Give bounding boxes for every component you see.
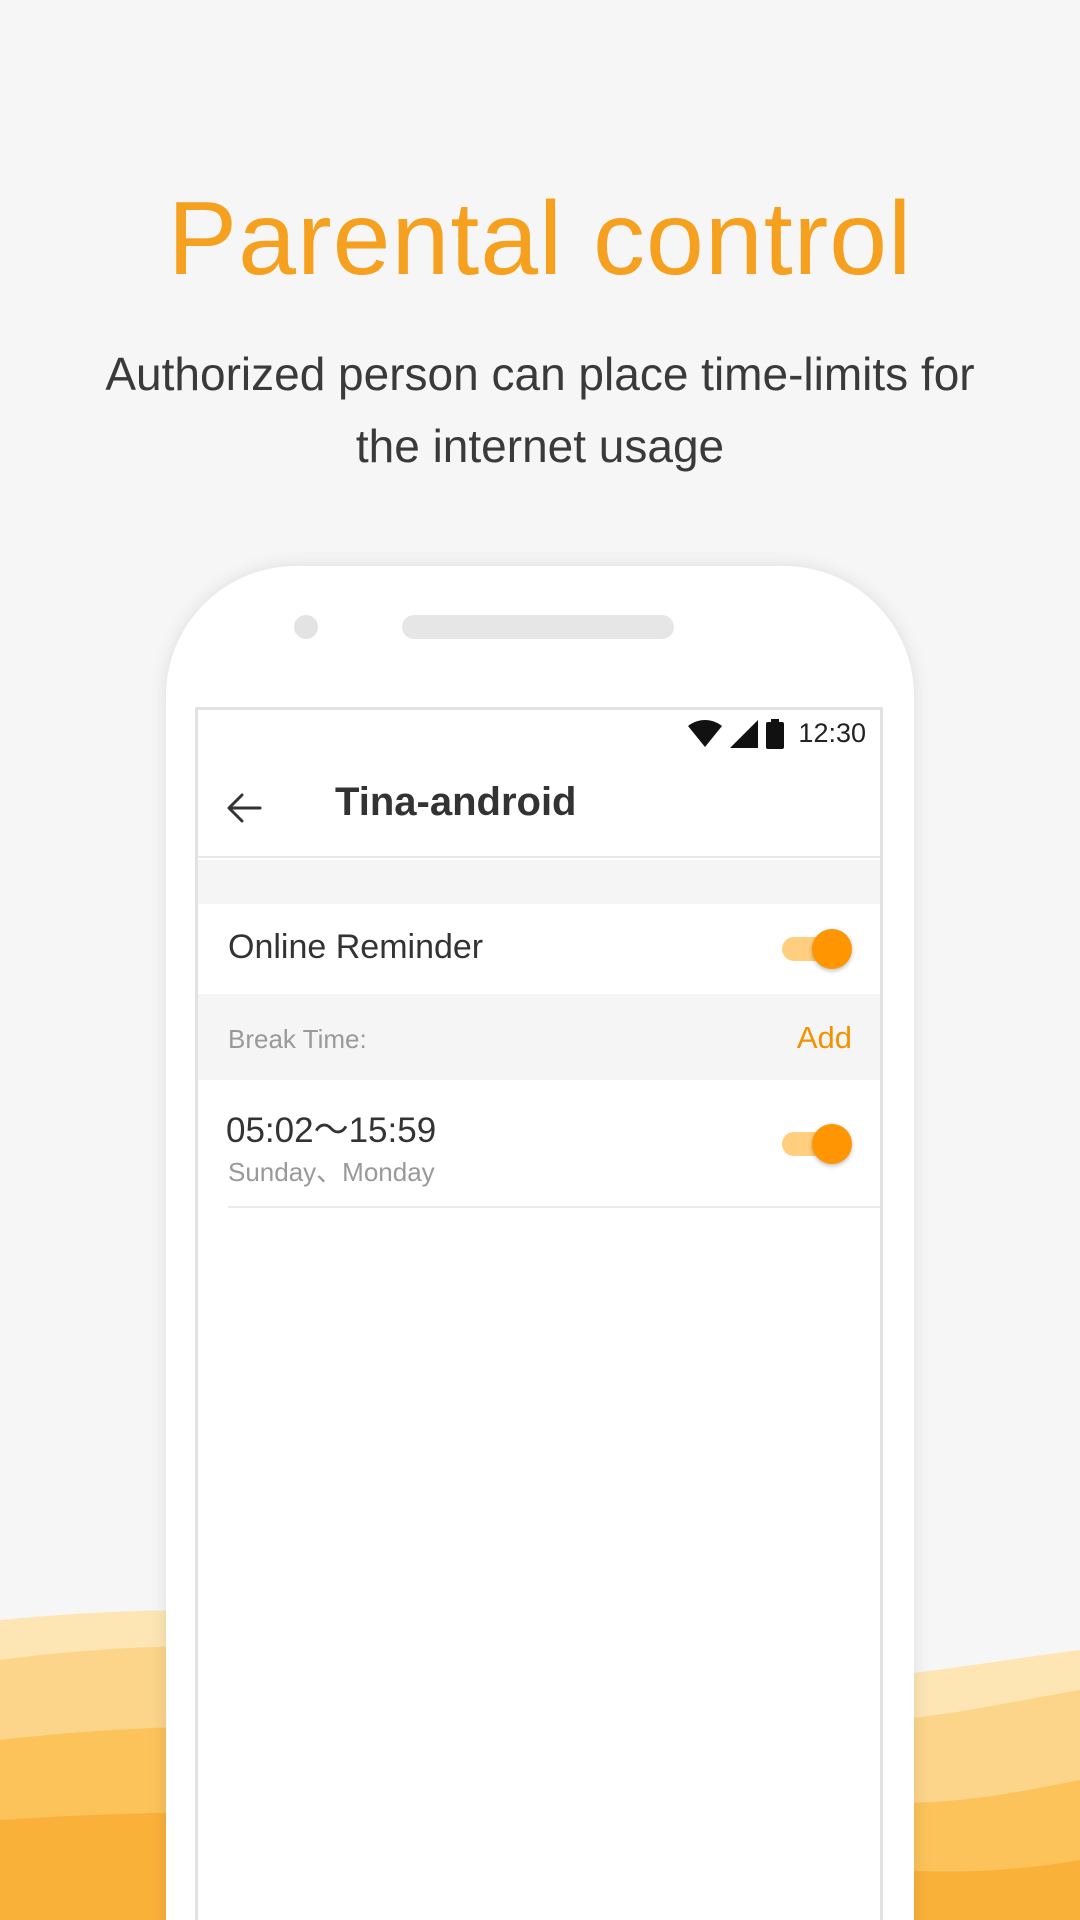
list-item[interactable]: 05:02〜15:59 Sunday、Monday xyxy=(198,1080,880,1208)
divider xyxy=(228,1206,880,1208)
online-reminder-label: Online Reminder xyxy=(228,928,484,966)
cellular-signal-icon xyxy=(730,719,759,748)
status-time: 12:30 xyxy=(798,718,866,748)
phone-screen: 12:30 Tina-android Online Reminder Break… xyxy=(195,707,883,1920)
app-bar: Tina-android xyxy=(198,758,880,858)
battery-icon xyxy=(766,718,785,749)
status-bar: 12:30 xyxy=(198,710,880,758)
section-spacer xyxy=(198,860,880,904)
online-reminder-row[interactable]: Online Reminder xyxy=(198,904,880,994)
page-title: Tina-android xyxy=(335,780,577,824)
break-time-header: Break Time: Add xyxy=(198,994,880,1080)
phone-camera xyxy=(294,615,318,639)
arrow-left-icon[interactable] xyxy=(224,788,264,828)
break-time-label: Break Time: xyxy=(228,1024,367,1054)
online-reminder-toggle[interactable] xyxy=(782,929,852,969)
toggle-thumb xyxy=(812,929,852,969)
phone-speaker xyxy=(402,615,674,639)
wifi-icon xyxy=(688,719,723,747)
promo-subtitle: Authorized person can place time-limits … xyxy=(105,348,975,472)
toggle-thumb xyxy=(812,1124,852,1164)
break-time-days: Sunday、Monday xyxy=(228,1157,435,1187)
break-time-toggle[interactable] xyxy=(782,1124,852,1164)
add-break-time-button[interactable]: Add xyxy=(797,1020,852,1056)
break-time-range: 05:02〜15:59 xyxy=(226,1111,437,1150)
promo-headline: Parental control xyxy=(167,181,913,297)
